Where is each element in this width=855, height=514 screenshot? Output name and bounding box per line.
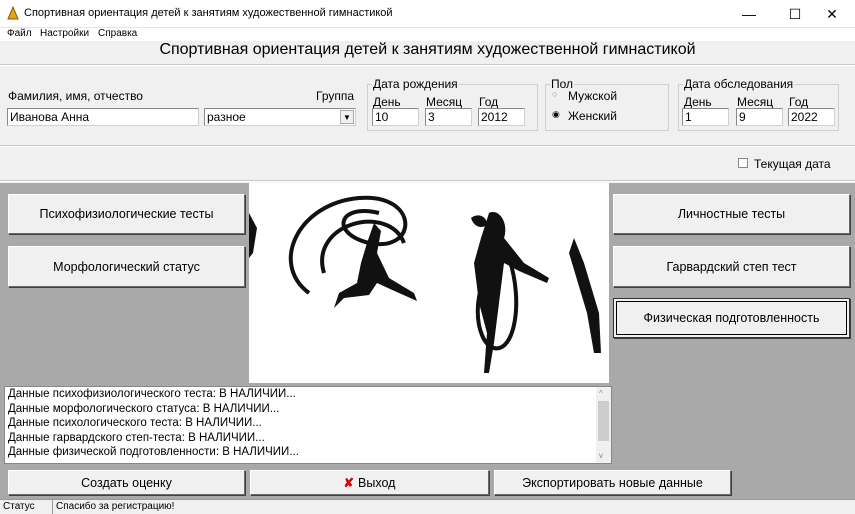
menu-settings[interactable]: Настройки [40,28,89,39]
divider [0,180,855,182]
male-label[interactable]: Мужской [568,89,617,103]
exam-month-label: Месяц [737,95,774,109]
psycho-tests-button[interactable]: Психофизиологические тесты [8,194,245,234]
list-item: Данные физической подготовленности: В НА… [8,446,299,458]
gymnast-image [249,183,609,383]
exam-year-input[interactable]: 2022 [788,108,835,126]
status-bar: Статус Спасибо за регистрацию! [0,499,855,514]
radio-male[interactable]: ○ [552,89,557,99]
group-select[interactable]: разное ▼ [204,108,356,126]
radio-female[interactable]: ◉ [552,109,560,120]
divider [0,145,855,147]
exit-button[interactable]: ✘ Выход [250,470,489,495]
birth-day-input[interactable]: 10 [372,108,419,126]
fio-label: Фамилия, имя, отчество [8,89,143,103]
menu-file[interactable]: Файл [7,28,32,39]
title-bar: Спортивная ориентация детей к занятиям х… [0,0,855,28]
page-title: Спортивная ориентация детей к занятиям х… [159,41,696,58]
status-label: Статус [3,501,35,512]
fio-input[interactable]: Иванова Анна [7,108,199,126]
app-icon [7,6,19,20]
birth-date-group: Дата рождения День Месяц Год 10 3 2012 [367,77,538,131]
chevron-down-icon[interactable]: ▼ [340,110,354,124]
current-date-checkbox[interactable] [738,158,748,168]
morph-status-button[interactable]: Морфологический статус [8,246,245,287]
status-text: Спасибо за регистрацию! [52,500,174,514]
female-label[interactable]: Женский [568,109,617,123]
physical-fitness-button[interactable]: Физическая подготовленность [613,298,850,338]
personal-tests-button[interactable]: Личностные тесты [613,194,850,234]
scrollbar[interactable]: ^ v [596,387,611,463]
sex-group: Пол ○ Мужской ◉ Женский [545,77,669,131]
window-title: Спортивная ориентация детей к занятиям х… [24,7,393,19]
minimize-button[interactable]: — [726,0,772,28]
exam-year-label: Год [789,95,809,109]
scroll-thumb[interactable] [598,401,609,441]
group-value: разное [207,110,246,124]
list-item: Данные психологического теста: В НАЛИЧИИ… [8,417,262,429]
menu-help[interactable]: Справка [98,28,137,39]
create-assessment-button[interactable]: Создать оценку [8,470,245,495]
birth-year-label: Год [479,95,499,109]
exit-label: Выход [358,475,396,490]
birth-year-input[interactable]: 2012 [478,108,525,126]
exam-month-input[interactable]: 9 [736,108,783,126]
current-date-label[interactable]: Текущая дата [754,157,831,171]
exam-day-label: День [684,95,712,109]
data-log-list[interactable]: Данные психофизиологического теста: В НА… [4,386,612,464]
birth-date-caption: Дата рождения [372,77,459,91]
scroll-down-icon[interactable]: v [599,449,603,464]
list-item: Данные гарвардского степ-теста: В НАЛИЧИ… [8,431,265,444]
scroll-up-icon[interactable]: ^ [599,387,603,402]
exam-day-input[interactable]: 1 [682,108,729,126]
group-label: Группа [316,89,355,103]
list-item: Данные психофизиологического теста: В НА… [8,388,296,400]
divider [0,64,855,66]
close-button[interactable]: ✕ [809,0,855,28]
birth-month-input[interactable]: 3 [425,108,472,126]
close-x-icon: ✘ [343,476,355,490]
list-item: Данные морфологического статуса: В НАЛИЧ… [8,402,280,415]
gymnast-silhouettes-icon [249,195,601,373]
birth-month-label: Месяц [426,95,463,109]
exam-date-group: Дата обследования День Месяц Год 1 9 202… [678,77,839,131]
exam-date-caption: Дата обследования [683,77,795,91]
harvard-step-test-button[interactable]: Гарвардский степ тест [613,246,850,287]
menu-bar: Файл Настройки Справка [0,28,855,41]
export-data-button[interactable]: Экспортировать новые данные [494,470,731,495]
birth-day-label: День [373,95,401,109]
